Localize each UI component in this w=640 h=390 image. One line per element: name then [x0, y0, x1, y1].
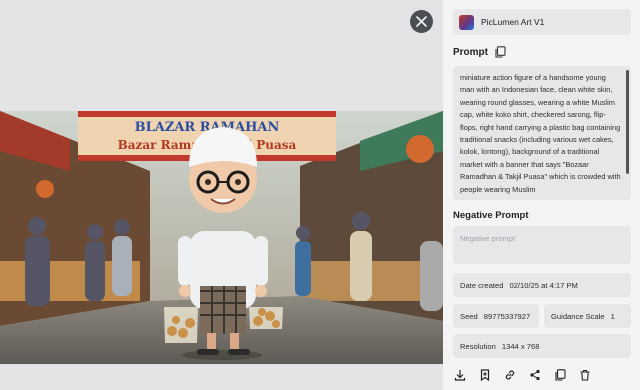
link-button[interactable] [503, 368, 517, 382]
date-created: Date created 02/10/25 at 4:17 PM [453, 273, 631, 297]
download-icon [454, 370, 466, 381]
negative-prompt-label: Negative Prompt [453, 210, 529, 221]
prompt-heading: Prompt [453, 46, 506, 58]
copy-button[interactable] [553, 368, 567, 382]
prompt-box[interactable]: miniature action figure of a handsome yo… [453, 66, 631, 200]
share-button[interactable] [528, 368, 542, 382]
link-icon [505, 370, 515, 380]
generated-image[interactable]: BLAZAR RAMAHAN Bazar Ramadh Kajil Puasa [0, 111, 443, 364]
date-value: 02/10/25 at 4:17 PM [509, 280, 578, 290]
resolution-value: 1344 x 768 [501, 341, 540, 351]
guidance-scale: Guidance Scale 1 [544, 304, 631, 328]
image-viewer: BLAZAR RAMAHAN Bazar Ramadh Kajil Puasa [0, 0, 443, 390]
delete-icon [580, 369, 590, 381]
copy-icon [555, 369, 566, 381]
bookmark-icon [480, 369, 490, 381]
resolution-label: Resolution [460, 341, 496, 351]
copy-prompt-icon[interactable] [494, 46, 506, 58]
guidance-scale-value: 1 [610, 311, 615, 321]
seed: Seed 89775337927 [453, 304, 539, 328]
details-panel: PicLumen Art V1 Prompt miniature action … [443, 0, 640, 390]
prompt-text: miniature action figure of a handsome yo… [460, 73, 621, 194]
delete-button[interactable] [578, 368, 592, 382]
negative-prompt-field[interactable]: Negative prompt [453, 226, 631, 264]
share-icon [530, 369, 540, 381]
seed-value: 89775337927 [483, 311, 531, 321]
prompt-scrollbar[interactable] [626, 70, 629, 174]
model-chip[interactable]: PicLumen Art V1 [453, 9, 631, 35]
prompt-label: Prompt [453, 46, 488, 58]
action-bar [453, 366, 593, 384]
date-label: Date created [460, 280, 504, 290]
model-thumbnail [459, 14, 474, 30]
close-button[interactable] [410, 10, 433, 33]
download-button[interactable] [453, 368, 467, 382]
bookmark-button[interactable] [478, 368, 492, 382]
resolution: Resolution 1344 x 768 [453, 334, 631, 358]
close-icon [416, 16, 427, 27]
guidance-scale-label: Guidance Scale [551, 311, 605, 321]
model-name: PicLumen Art V1 [481, 17, 545, 27]
seed-label: Seed [460, 311, 478, 321]
